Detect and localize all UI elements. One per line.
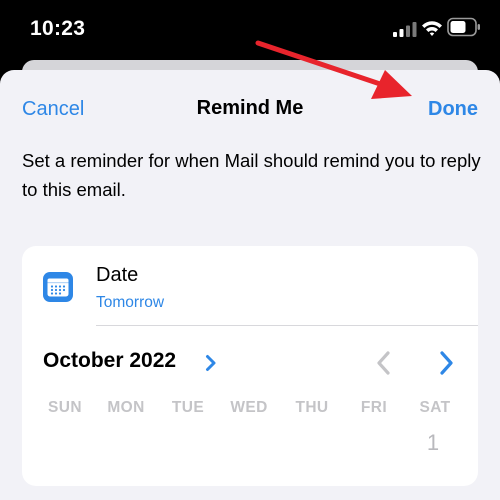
sheet-title: Remind Me xyxy=(196,97,304,119)
weekday-wed: WED xyxy=(230,399,268,416)
weekday-sun: SUN xyxy=(48,399,82,416)
weekday-fri: FRI xyxy=(360,399,388,416)
weekday-mon: MON xyxy=(107,399,145,416)
date-value[interactable]: Tomorrow xyxy=(96,294,164,312)
signal-icon xyxy=(393,22,417,37)
weekday-sat: SAT xyxy=(419,399,451,416)
divider xyxy=(96,325,478,326)
next-month-icon[interactable] xyxy=(438,350,456,376)
calendar-day[interactable]: 1 xyxy=(413,430,453,456)
reminder-description: Set a reminder for when Mail should remi… xyxy=(22,150,481,200)
month-year-picker[interactable]: October 2022 xyxy=(43,349,176,373)
previous-month-icon[interactable] xyxy=(374,350,392,376)
done-button[interactable]: Done xyxy=(428,98,478,121)
weekday-thu: THU xyxy=(295,399,329,416)
battery-icon xyxy=(447,17,480,37)
status-bar: 10:23 xyxy=(0,0,500,62)
weekday-tue: TUE xyxy=(171,399,205,416)
status-time: 10:23 xyxy=(30,17,86,40)
calendar-icon xyxy=(43,272,73,302)
wifi-icon xyxy=(422,21,442,36)
date-label[interactable]: Date xyxy=(96,264,138,287)
chevron-right-icon[interactable] xyxy=(205,354,217,372)
